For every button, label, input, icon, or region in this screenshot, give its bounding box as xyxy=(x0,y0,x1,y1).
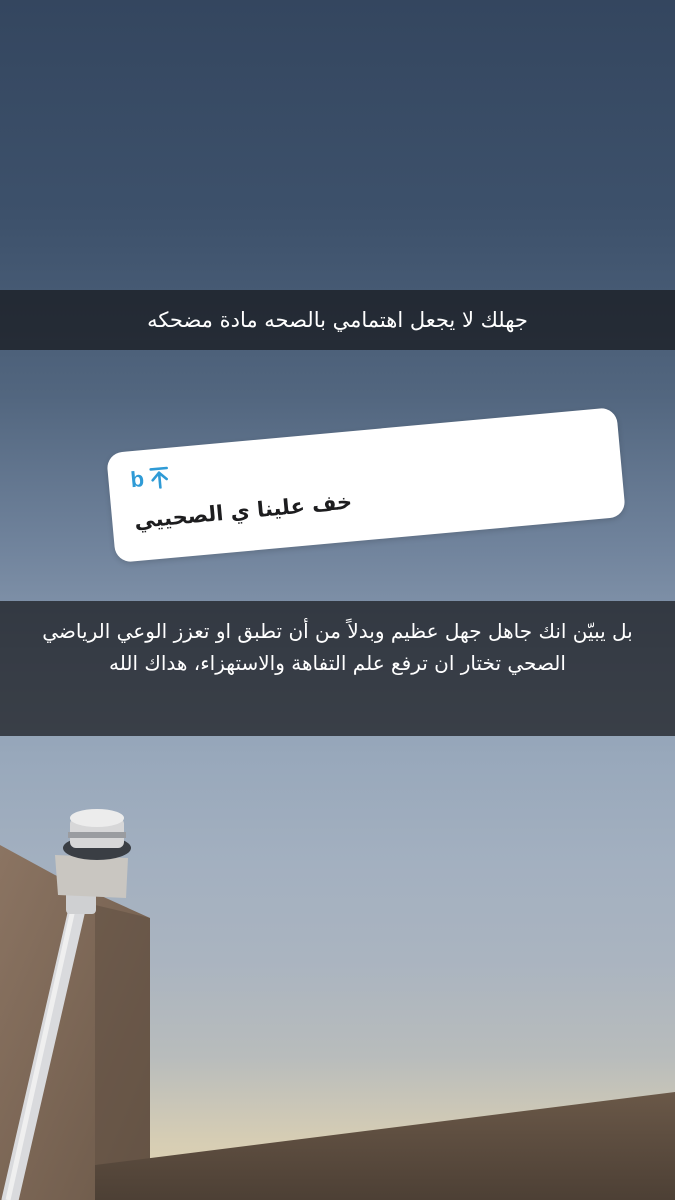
reply-username: b xyxy=(129,466,146,493)
vent-base xyxy=(55,855,128,898)
caption-top: جهلك لا يجعل اهتمامي بالصحه مادة مضحكه xyxy=(0,290,675,350)
reply-message: خف علينا ي الصحييي xyxy=(133,489,354,534)
roof-parapet xyxy=(95,1092,675,1200)
reply-username-row: b xyxy=(129,464,171,493)
caption-bottom: بل يبيّن انك جاهل جهل عظيم وبدلاً من أن … xyxy=(0,601,675,736)
story-frame: جهلك لا يجعل اهتمامي بالصحه مادة مضحكه b… xyxy=(0,0,675,1200)
rooftop-scene xyxy=(0,809,675,1200)
arrow-up-to-line-icon xyxy=(149,466,171,490)
left-wall-shadow xyxy=(95,905,150,1200)
